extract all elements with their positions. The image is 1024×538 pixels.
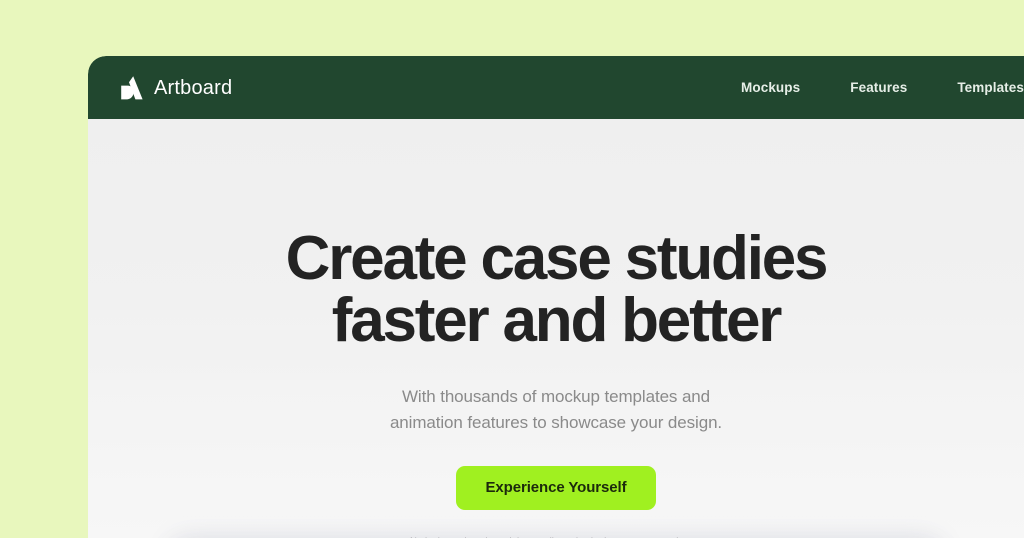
hero-subheading: With thousands of mockup templates and a… xyxy=(88,384,1024,436)
headline-line-2: faster and better xyxy=(331,286,783,355)
nav-links: Mockups Features Templates xyxy=(716,80,1024,95)
nav-link-templates[interactable]: Templates xyxy=(932,80,1024,95)
experience-yourself-button[interactable]: Experience Yourself xyxy=(455,466,657,510)
brand-logo[interactable]: Artboard xyxy=(119,75,232,101)
nav-link-mockups[interactable]: Mockups xyxy=(716,80,825,95)
hero-content: Create case studies faster and better Wi… xyxy=(88,119,1024,538)
subhead-line-2: animation features to showcase your desi… xyxy=(389,413,723,432)
brand-name: Artboard xyxy=(154,76,233,99)
subhead-line-1: With thousands of mockup templates and xyxy=(401,387,711,406)
cta-container: Experience Yourself xyxy=(88,466,1024,510)
page-title: Create case studies faster and better xyxy=(88,228,1024,352)
headline-line-1: Create case studies xyxy=(285,224,829,293)
nav-link-features[interactable]: Features xyxy=(825,80,932,95)
artboard-a-logo-icon xyxy=(119,75,144,101)
navbar: Artboard Mockups Features Templates xyxy=(88,56,1024,119)
site-frame: Artboard Mockups Features Templates Crea… xyxy=(88,56,1024,538)
hero-section: Create case studies faster and better Wi… xyxy=(88,119,1024,538)
